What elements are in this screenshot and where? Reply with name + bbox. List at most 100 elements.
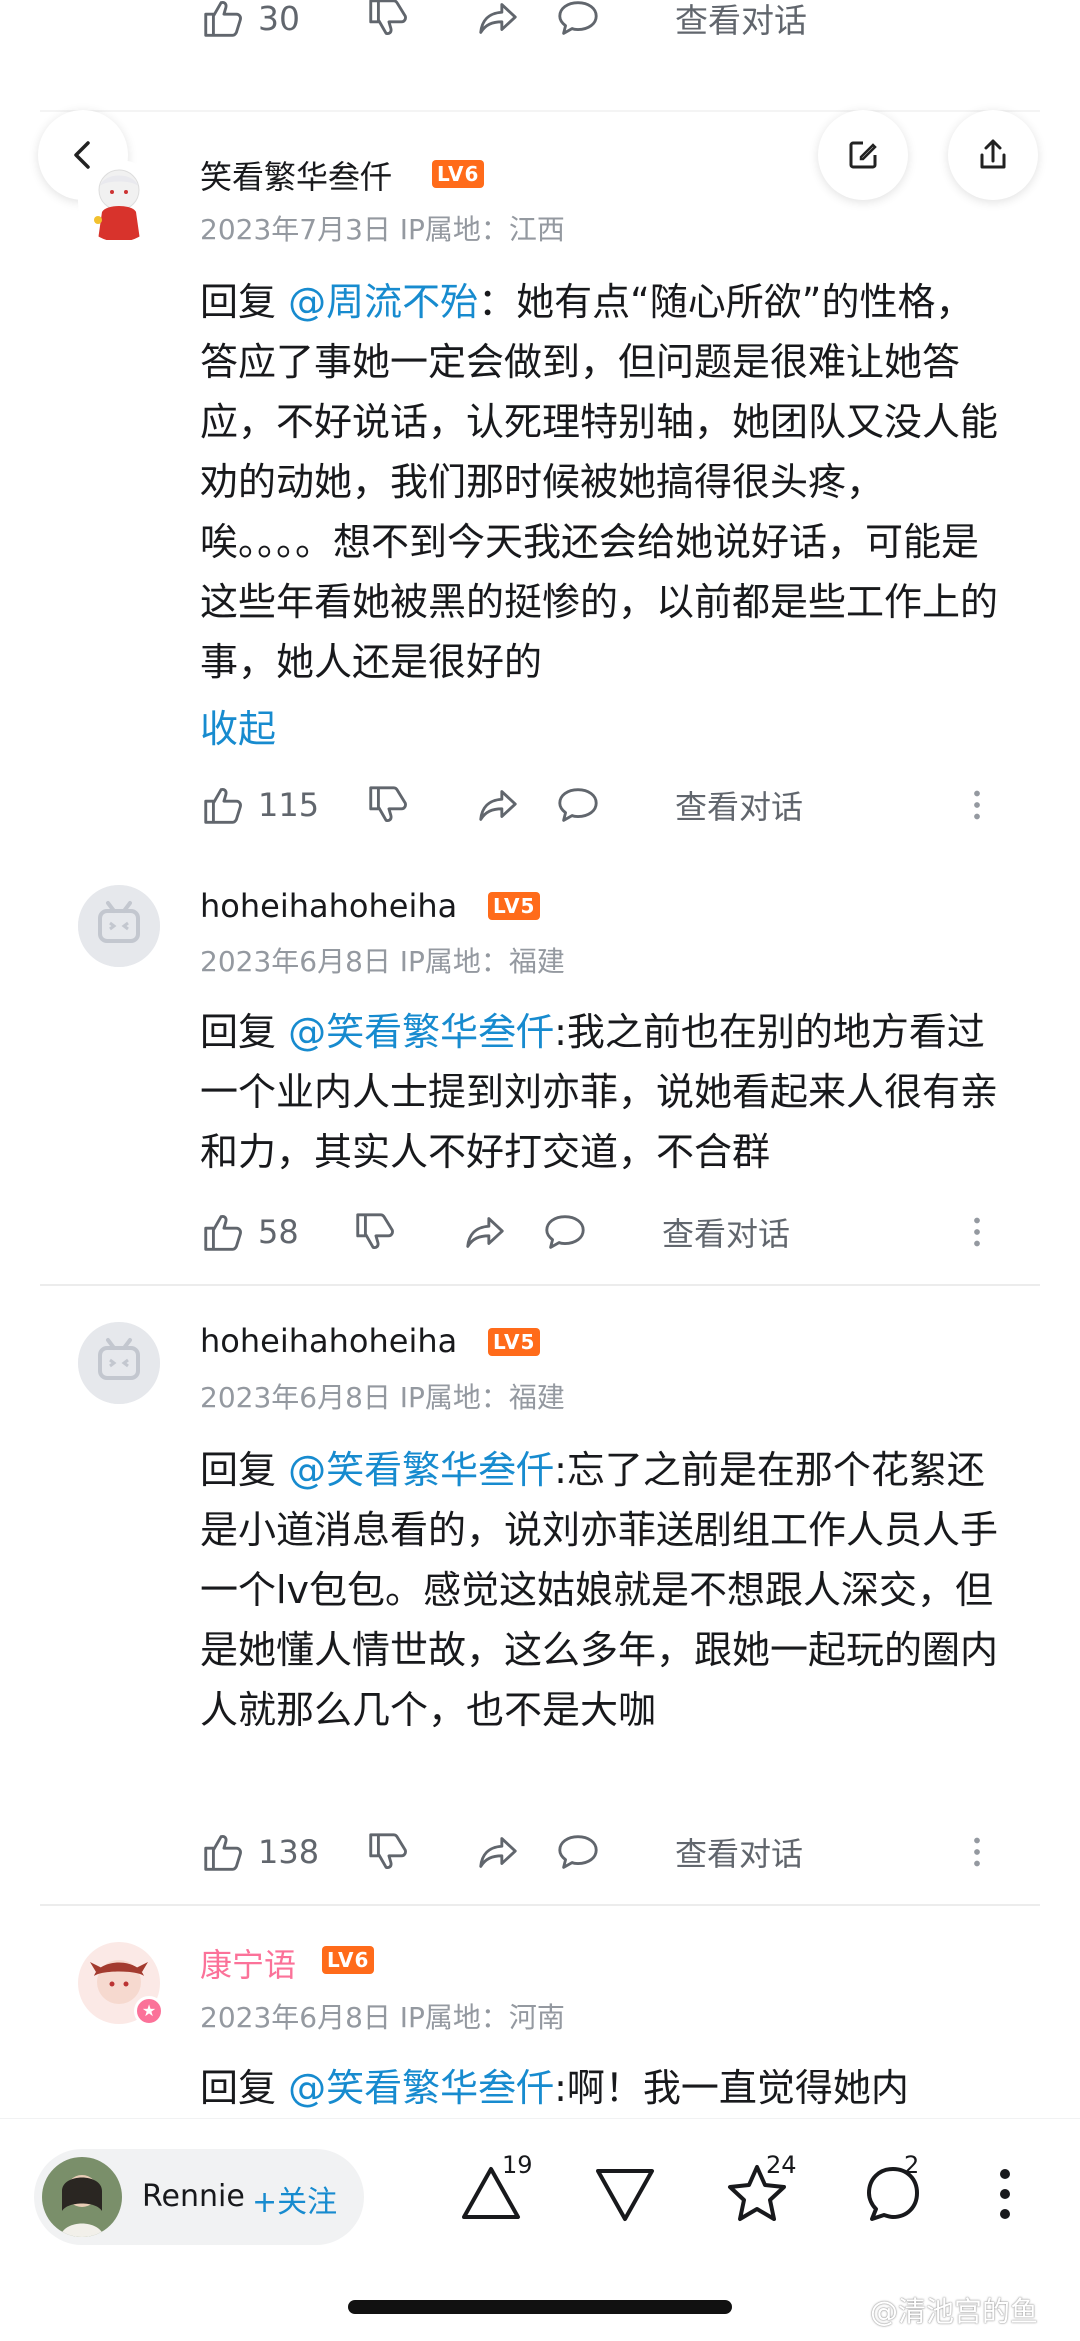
like-count: 30 bbox=[258, 0, 300, 38]
share-page-button[interactable] bbox=[948, 110, 1038, 200]
comment-text: 回复 @笑看繁华叁仟:我之前也在别的地方看过一个业内人士提到刘亦菲，说她看起来人… bbox=[200, 1002, 1000, 1182]
author-avatar[interactable] bbox=[42, 2157, 122, 2237]
mention-link[interactable]: @笑看繁华叁仟 bbox=[288, 2066, 554, 2110]
comment-meta: 2023年7月3日 IP属地：江西 bbox=[200, 213, 565, 246]
comment-text: 回复 @周流不殆：她有点“随心所欲”的性格，答应了事她一定会做到，但问题是很难让… bbox=[200, 272, 1000, 692]
more-options-button[interactable] bbox=[954, 782, 1000, 828]
comment-meta: 2023年6月8日 IP属地：福建 bbox=[200, 1381, 565, 1414]
username[interactable]: 笑看繁华叁仟 bbox=[200, 152, 392, 198]
comment-body: :啊！我一直觉得她内 bbox=[554, 2066, 909, 2110]
comment-button[interactable] bbox=[555, 782, 675, 828]
username[interactable]: hoheihahoheiha bbox=[200, 887, 457, 925]
downvote-icon[interactable] bbox=[590, 2159, 660, 2229]
avatar[interactable] bbox=[78, 160, 160, 242]
share-icon bbox=[475, 1829, 521, 1875]
prev-comment-actions: 30 查看对话 bbox=[200, 0, 807, 48]
thumbs-up-icon bbox=[200, 1209, 246, 1255]
view-dialog-link[interactable]: 查看对话 bbox=[662, 1209, 790, 1255]
like-count: 58 bbox=[258, 1213, 299, 1251]
comment-meta: 2023年6月8日 IP属地：河南 bbox=[200, 2001, 565, 2034]
reply-label: 回复 bbox=[200, 1448, 289, 1492]
thumbs-down-icon bbox=[365, 1829, 411, 1875]
coin-count: 24 bbox=[766, 2151, 797, 2179]
home-indicator[interactable] bbox=[348, 2300, 732, 2314]
share-icon bbox=[475, 782, 521, 828]
like-button[interactable]: 58 bbox=[200, 1209, 352, 1255]
comment-actions: 115 查看对话 bbox=[200, 775, 1000, 835]
dislike-button[interactable] bbox=[352, 1209, 462, 1255]
comment-button[interactable] bbox=[555, 1829, 675, 1875]
like-count: 115 bbox=[258, 786, 320, 824]
like-button[interactable]: 115 bbox=[200, 782, 365, 828]
share-icon bbox=[475, 0, 521, 41]
divider bbox=[40, 110, 1040, 112]
share-button[interactable] bbox=[475, 0, 555, 41]
comment-text: 回复 @笑看繁华叁仟:啊！我一直觉得她内 bbox=[200, 2058, 1000, 2118]
avatar[interactable] bbox=[78, 1322, 160, 1404]
thumbs-up-icon bbox=[200, 0, 246, 41]
level-badge: LV5 bbox=[488, 1328, 541, 1356]
thumbs-down-icon bbox=[365, 0, 411, 41]
like-button[interactable]: 30 bbox=[200, 0, 365, 41]
dislike-button[interactable] bbox=[365, 782, 475, 828]
comment-icon bbox=[555, 0, 601, 41]
vip-badge-icon: ★ bbox=[134, 1996, 164, 2026]
comment-icon bbox=[555, 1829, 601, 1875]
upload-share-icon bbox=[980, 139, 1006, 169]
reply-label: 回复 bbox=[200, 1010, 289, 1054]
mention-link[interactable]: @周流不殆 bbox=[288, 280, 478, 324]
share-button[interactable] bbox=[475, 782, 555, 828]
author-name: Rennie bbox=[142, 2179, 245, 2214]
more-vertical-icon bbox=[954, 1829, 1000, 1875]
default-avatar-icon bbox=[78, 1322, 160, 1404]
username[interactable]: 康宁语 bbox=[200, 1940, 296, 1986]
comment-text: 回复 @笑看繁华叁仟:忘了之前是在那个花絮还是小道消息看的，说刘亦菲送剧组工作人… bbox=[200, 1440, 1000, 1740]
share-icon bbox=[462, 1209, 508, 1255]
comment-meta: 2023年6月8日 IP属地：福建 bbox=[200, 945, 565, 978]
avatar-anime-icon bbox=[78, 160, 160, 242]
mention-link[interactable]: @笑看繁华叁仟 bbox=[288, 1010, 554, 1054]
more-vertical-icon bbox=[954, 1209, 1000, 1255]
default-avatar-icon bbox=[78, 885, 160, 967]
more-vertical-icon bbox=[954, 782, 1000, 828]
like-button[interactable]: 138 bbox=[200, 1829, 365, 1875]
view-dialog-link[interactable]: 查看对话 bbox=[675, 0, 807, 42]
reply-label: 回复 bbox=[200, 280, 289, 324]
comment-body: ：她有点“随心所欲”的性格，答应了事她一定会做到，但问题是很难让她答应，不好说话… bbox=[200, 280, 999, 684]
more-options-button[interactable] bbox=[954, 1209, 1000, 1255]
mention-link[interactable]: @笑看繁华叁仟 bbox=[288, 1448, 554, 1492]
comment-icon bbox=[555, 782, 601, 828]
comment-button[interactable] bbox=[542, 1209, 662, 1255]
watermark: @清池宫的鱼 bbox=[870, 2295, 1039, 2328]
bottom-action-bar: Rennie +关注 19 24 2 bbox=[0, 2118, 1080, 2274]
thumbs-up-icon bbox=[200, 1829, 246, 1875]
divider bbox=[40, 1284, 1040, 1286]
thumbs-down-icon bbox=[365, 782, 411, 828]
share-button[interactable] bbox=[475, 1829, 555, 1875]
comment-count: 2 bbox=[904, 2151, 920, 2179]
view-dialog-link[interactable]: 查看对话 bbox=[675, 782, 803, 828]
username[interactable]: hoheihahoheiha bbox=[200, 1322, 457, 1360]
level-badge: LV5 bbox=[488, 892, 541, 920]
like-count: 138 bbox=[258, 1833, 320, 1871]
comment-button[interactable] bbox=[555, 0, 675, 41]
dislike-button[interactable] bbox=[365, 1829, 475, 1875]
more-options-button[interactable] bbox=[954, 1829, 1000, 1875]
more-vertical-icon[interactable] bbox=[970, 2159, 1040, 2229]
follow-button[interactable]: +关注 bbox=[252, 2177, 337, 2221]
level-badge: LV6 bbox=[432, 160, 485, 188]
avatar[interactable] bbox=[78, 885, 160, 967]
author-photo-icon bbox=[42, 2157, 122, 2237]
view-dialog-link[interactable]: 查看对话 bbox=[675, 1829, 803, 1875]
share-button[interactable] bbox=[462, 1209, 542, 1255]
reply-label: 回复 bbox=[200, 2066, 289, 2110]
dislike-button[interactable] bbox=[365, 0, 475, 41]
thumbs-down-icon bbox=[352, 1209, 398, 1255]
author-pill[interactable]: Rennie +关注 bbox=[34, 2149, 364, 2245]
edit-button[interactable] bbox=[818, 110, 908, 200]
divider bbox=[40, 1904, 1040, 1906]
collapse-link[interactable]: 收起 bbox=[200, 698, 276, 753]
comment-icon bbox=[542, 1209, 588, 1255]
comment-actions: 138 查看对话 bbox=[200, 1822, 1000, 1882]
level-badge: LV6 bbox=[322, 1946, 375, 1974]
